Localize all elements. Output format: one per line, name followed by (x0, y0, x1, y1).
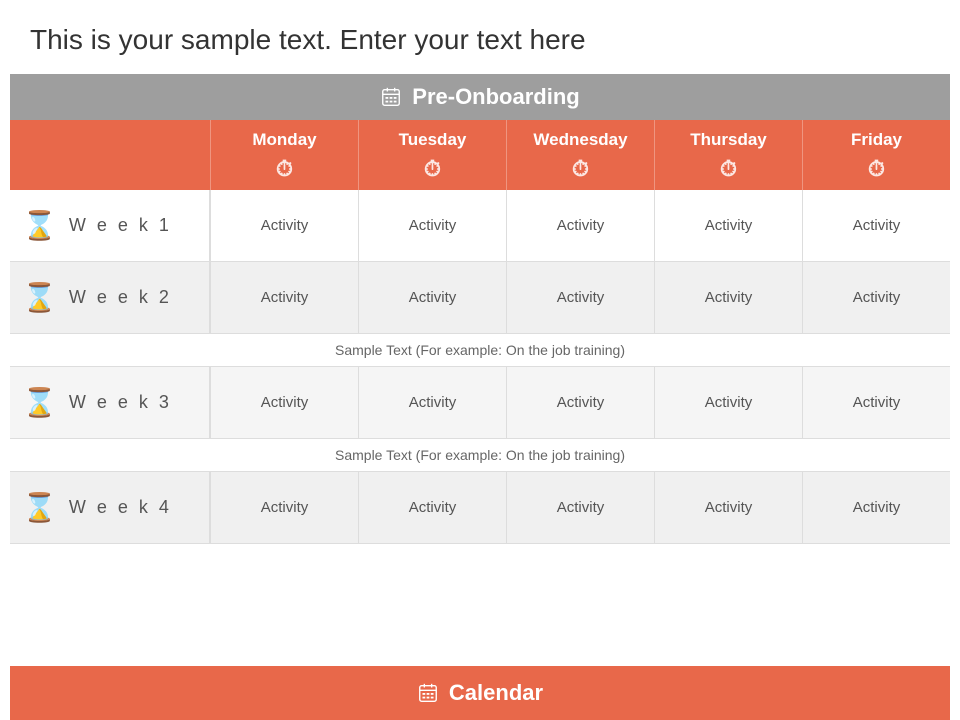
day-monday-label: Monday (252, 130, 316, 150)
day-tuesday-label: Tuesday (399, 130, 467, 150)
week-2-mon-activity: Activity (210, 262, 358, 333)
week-2-fri-activity: Activity (802, 262, 950, 333)
week-2-tue-activity: Activity (358, 262, 506, 333)
week-4-row: ⌛ W e e k 4 Activity Activity Activity A… (10, 472, 950, 544)
day-thursday-label: Thursday (690, 130, 767, 150)
week-4-thu-activity: Activity (654, 472, 802, 543)
week-2-label-cell: ⌛ W e e k 2 (10, 262, 210, 333)
pre-onboarding-header: Pre-Onboarding (10, 74, 950, 120)
timer-monday-icon: ⏱ (276, 156, 293, 182)
timer-wednesday-icon: ⏱ (572, 156, 589, 182)
timer-friday-icon: ⏱ (868, 156, 885, 182)
week-1-fri-activity: Activity (802, 190, 950, 261)
week-3-row: ⌛ W e e k 3 Activity Activity Activity A… (10, 367, 950, 439)
week-1-mon-activity: Activity (210, 190, 358, 261)
day-thursday: Thursday ⏱ (654, 120, 802, 190)
day-friday-label: Friday (851, 130, 902, 150)
sample-text-1-content: Sample Text (For example: On the job tra… (335, 342, 625, 358)
week-4-label-cell: ⌛ W e e k 4 (10, 472, 210, 543)
day-tuesday: Tuesday ⏱ (358, 120, 506, 190)
week-2-wed-activity: Activity (506, 262, 654, 333)
day-friday: Friday ⏱ (802, 120, 950, 190)
sample-text: This is your sample text. Enter your tex… (0, 0, 960, 74)
hourglass-week2-icon: ⌛ (22, 281, 57, 314)
week-3-thu-activity: Activity (654, 367, 802, 438)
week-4-tue-activity: Activity (358, 472, 506, 543)
week-1-thu-activity: Activity (654, 190, 802, 261)
week-1-tue-activity: Activity (358, 190, 506, 261)
day-wednesday: Wednesday ⏱ (506, 120, 654, 190)
pre-onboarding-label: Pre-Onboarding (412, 84, 579, 110)
week-4-wed-activity: Activity (506, 472, 654, 543)
week-1-label-cell: ⌛ W e e k 1 (10, 190, 210, 261)
hourglass-week1-icon: ⌛ (22, 209, 57, 242)
timer-tuesday-icon: ⏱ (424, 156, 441, 182)
calendar-header-icon (380, 86, 402, 108)
week-4-mon-activity: Activity (210, 472, 358, 543)
calendar-footer-icon (417, 682, 439, 704)
day-monday: Monday ⏱ (210, 120, 358, 190)
week-3-label: W e e k 3 (69, 392, 172, 413)
week-3-label-cell: ⌛ W e e k 3 (10, 367, 210, 438)
day-wednesday-label: Wednesday (533, 130, 627, 150)
week-2-activities: Activity Activity Activity Activity Acti… (210, 262, 950, 333)
timer-thursday-icon: ⏱ (720, 156, 737, 182)
hourglass-week4-icon: ⌛ (22, 491, 57, 524)
data-section: ⌛ W e e k 1 Activity Activity Activity A… (10, 190, 950, 666)
week-3-fri-activity: Activity (802, 367, 950, 438)
day-headers-row: Monday ⏱ Tuesday ⏱ Wednesday ⏱ Thursday … (10, 120, 950, 190)
footer-row: Calendar (10, 666, 950, 720)
week-3-tue-activity: Activity (358, 367, 506, 438)
table-container: Pre-Onboarding Monday ⏱ Tuesday ⏱ Wednes… (10, 74, 950, 720)
week-label-spacer (10, 120, 210, 190)
page: This is your sample text. Enter your tex… (0, 0, 960, 720)
sample-text-row-2: Sample Text (For example: On the job tra… (10, 439, 950, 472)
week-3-activities: Activity Activity Activity Activity Acti… (210, 367, 950, 438)
week-2-row: ⌛ W e e k 2 Activity Activity Activity A… (10, 262, 950, 334)
week-4-fri-activity: Activity (802, 472, 950, 543)
week-1-activities: Activity Activity Activity Activity Acti… (210, 190, 950, 261)
hourglass-week3-icon: ⌛ (22, 386, 57, 419)
week-1-row: ⌛ W e e k 1 Activity Activity Activity A… (10, 190, 950, 262)
week-3-wed-activity: Activity (506, 367, 654, 438)
week-1-label: W e e k 1 (69, 215, 172, 236)
week-4-label: W e e k 4 (69, 497, 172, 518)
sample-text-row-1: Sample Text (For example: On the job tra… (10, 334, 950, 367)
week-2-thu-activity: Activity (654, 262, 802, 333)
week-1-wed-activity: Activity (506, 190, 654, 261)
sample-text-2-content: Sample Text (For example: On the job tra… (335, 447, 625, 463)
footer-label: Calendar (449, 680, 543, 706)
week-3-mon-activity: Activity (210, 367, 358, 438)
week-4-activities: Activity Activity Activity Activity Acti… (210, 472, 950, 543)
week-2-label: W e e k 2 (69, 287, 172, 308)
